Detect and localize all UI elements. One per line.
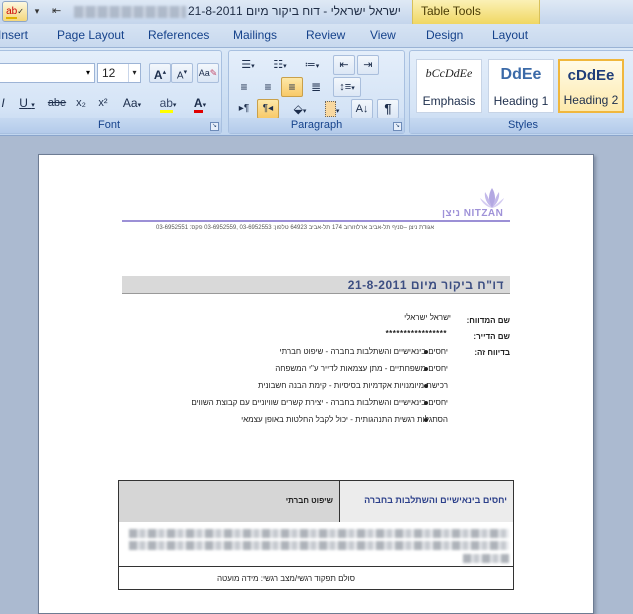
dialog-launcher-icon[interactable]: ↘ (210, 122, 219, 131)
window-title: ישראל ישראלי - דוח ביקור מיום 21-8-2011 (188, 4, 401, 18)
blurred-text-line (129, 529, 509, 538)
strikethrough-button[interactable]: abe (45, 93, 69, 113)
shrink-font-button[interactable]: A▾ (171, 63, 193, 83)
address-line: אגודת ניצן –סניף תל-אביב ארלוזורוב 174 ת… (156, 225, 435, 231)
table-row[interactable]: סולם תפקוד רגשי/מצב רגשי: מידה מועטה (119, 568, 513, 590)
customize-qat-icon[interactable]: ⇤ (52, 4, 61, 17)
table-header-right: יחסים בינאישיים והשתלבות בחברה (364, 495, 507, 505)
align-center-icon[interactable]: ≡ (257, 77, 279, 97)
table-footer-text: סולם תפקוד רגשי/מצב רגשי: מידה מועטה (216, 574, 355, 583)
tab-review[interactable]: Review (306, 28, 345, 42)
report-table[interactable]: שיפוט חברתי יחסים בינאישיים והשתלבות בחב… (118, 480, 514, 590)
bullets-icon[interactable]: ☰▾ (233, 55, 263, 75)
table-row: שיפוט חברתי יחסים בינאישיים והשתלבות בחב… (119, 481, 513, 522)
paragraph-group: ☰▾ ☷▾ ≔▾ ⇤ ⇥ ≡ ≡ ≡ ≣ ↕≡▾ ▸¶ ¶◂ ⬙▾ ▾ A↓ ¶… (228, 50, 405, 134)
shading-icon[interactable]: ⬙▾ (285, 99, 315, 119)
table-cell[interactable]: שיפוט חברתי (119, 481, 339, 522)
chevron-down-icon[interactable]: ▾ (128, 64, 140, 82)
rtl-direction-icon[interactable]: ¶◂ (257, 99, 279, 119)
ribbon-tabs: Insert Page Layout References Mailings R… (0, 24, 633, 72)
dialog-launcher-icon[interactable]: ↘ (393, 122, 402, 131)
tab-design[interactable]: Design (426, 28, 463, 42)
table-tools-contextual-header: Table Tools (412, 0, 540, 24)
align-right-icon[interactable]: ≡ (281, 77, 303, 97)
font-size-field[interactable]: 12 ▾ (97, 63, 141, 83)
style-heading-1[interactable]: DdEe Heading 1 (488, 59, 554, 113)
superscript-button[interactable]: x² (93, 93, 113, 113)
tab-references[interactable]: References (148, 28, 209, 42)
table-header-left: שיפוט חברתי (285, 496, 333, 505)
nitzan-lotus-logo (480, 188, 504, 208)
change-case-button[interactable]: Aa▾ (117, 93, 147, 113)
clear-formatting-icon[interactable]: Aa✎ (197, 63, 219, 83)
logo-text: ניצן NITZAN (442, 208, 504, 219)
list-item[interactable]: יחסים בינאישיים והשתלבות בחברה - יצירת ק… (191, 398, 448, 407)
table-row[interactable] (119, 523, 513, 567)
styles-group: bCcDdEe Emphasis DdEe Heading 1 cDdEe He… (409, 50, 633, 134)
tab-layout[interactable]: Layout (492, 28, 528, 42)
borders-icon[interactable]: ▾ (317, 99, 347, 119)
align-left-icon[interactable]: ≡ (233, 77, 255, 97)
reporter-name-label: שם המדווח: (466, 316, 510, 325)
justify-icon[interactable]: ≣ (305, 77, 327, 97)
list-item[interactable]: הסתגלות רגשית התנהגותית - יכול לקבל החלט… (241, 415, 448, 424)
resident-name-value[interactable]: ***************** (386, 329, 447, 338)
spelling-abc-icon[interactable]: ab✓ (2, 1, 28, 22)
reporter-name-value[interactable]: ישראל ישראלי (404, 313, 451, 322)
increase-indent-icon[interactable]: ⇥ (357, 55, 379, 75)
style-emphasis[interactable]: bCcDdEe Emphasis (416, 59, 482, 113)
table-cell[interactable]: יחסים בינאישיים והשתלבות בחברה (339, 481, 513, 522)
tab-mailings[interactable]: Mailings (233, 28, 277, 42)
blurred-title-prefix (74, 6, 186, 18)
italic-icon[interactable]: I (0, 93, 9, 113)
tab-insert[interactable]: Insert (0, 28, 28, 42)
list-item[interactable]: רכישת מיומנויות אקדמיות בסיסיות - קימת ה… (258, 381, 448, 390)
title-bar: ab✓ ▾ ⇤ ישראל ישראלי - דוח ביקור מיום 21… (0, 0, 633, 24)
multilevel-list-icon[interactable]: ≔▾ (297, 55, 327, 75)
report-contents-label: בדיווח זה: (474, 348, 510, 357)
style-heading-2[interactable]: cDdEe Heading 2 (558, 59, 624, 113)
tab-view[interactable]: View (370, 28, 396, 42)
numbering-icon[interactable]: ☷▾ (265, 55, 295, 75)
line-spacing-icon[interactable]: ↕≡▾ (333, 77, 361, 97)
report-title[interactable]: דו"ח ביקור מיום 21-8-2011 (122, 276, 510, 294)
paragraph-group-label: Paragraph (229, 118, 404, 133)
chevron-down-icon[interactable]: ▾ (82, 64, 94, 82)
font-group: ▾ 12 ▾ A▴ A▾ Aa✎ I U ▾ abe x₂ x² Aa▾ ab▾… (0, 50, 222, 134)
blurred-text-line (129, 541, 509, 550)
ribbon: ▾ 12 ▾ A▴ A▾ Aa✎ I U ▾ abe x₂ x² Aa▾ ab▾… (0, 47, 633, 136)
underline-button[interactable]: U ▾ (13, 93, 41, 113)
tab-page-layout[interactable]: Page Layout (57, 28, 124, 42)
show-formatting-marks-icon[interactable]: ¶ (377, 99, 399, 119)
header-rule (122, 220, 510, 222)
table-tools-label: Table Tools (421, 4, 481, 18)
blurred-text-line (463, 554, 509, 563)
font-name-field[interactable]: ▾ (0, 63, 95, 83)
list-item[interactable]: יחסים משפחתיים - מתן עצמאות לדייר ע"י המ… (275, 364, 448, 373)
grow-font-button[interactable]: A▴ (149, 63, 171, 83)
font-group-label: Font (0, 118, 221, 133)
styles-group-label: Styles (410, 118, 633, 133)
sort-icon[interactable]: A↓ (351, 99, 373, 119)
ltr-direction-icon[interactable]: ▸¶ (233, 99, 255, 119)
decrease-indent-icon[interactable]: ⇤ (333, 55, 355, 75)
qat-dropdown-icon[interactable]: ▾ (29, 1, 45, 22)
subscript-button[interactable]: x₂ (71, 93, 91, 113)
font-color-button[interactable]: A▾ (185, 93, 215, 113)
list-item[interactable]: יחסים בינאישיים והשתלבות בחברה - שיפוט ח… (279, 347, 448, 356)
highlight-color-icon[interactable]: ab▾ (153, 93, 183, 113)
resident-name-label: שם הדייר: (473, 332, 510, 341)
